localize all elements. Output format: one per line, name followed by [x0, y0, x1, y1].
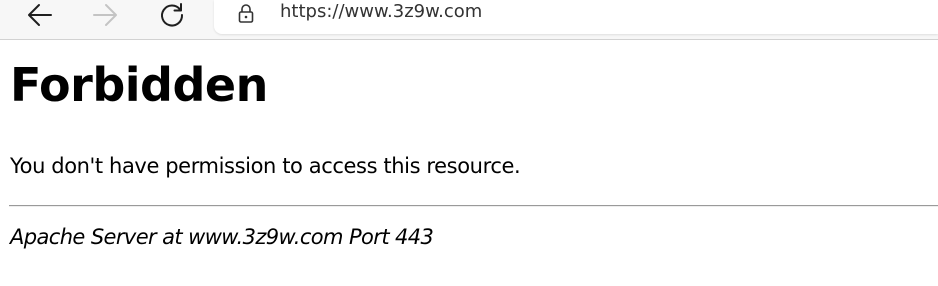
lock-icon[interactable]	[235, 1, 257, 27]
arrow-left-icon	[28, 4, 52, 26]
error-message: You don't have permission to access this…	[10, 154, 521, 178]
server-signature: Apache Server at www.3z9w.com Port 443	[10, 225, 434, 249]
forward-button[interactable]	[87, 0, 123, 30]
divider	[9, 205, 938, 207]
refresh-button[interactable]	[154, 0, 190, 30]
arrow-right-icon	[93, 4, 117, 26]
refresh-icon	[161, 3, 184, 27]
url-text[interactable]: https://www.3z9w.com	[280, 0, 482, 26]
page-title: Forbidden	[10, 58, 268, 112]
back-button[interactable]	[22, 0, 58, 30]
browser-toolbar: https://www.3z9w.com	[0, 0, 938, 40]
address-bar[interactable]: https://www.3z9w.com	[214, 0, 938, 34]
page-content: Forbidden You don't have permission to a…	[0, 41, 938, 286]
